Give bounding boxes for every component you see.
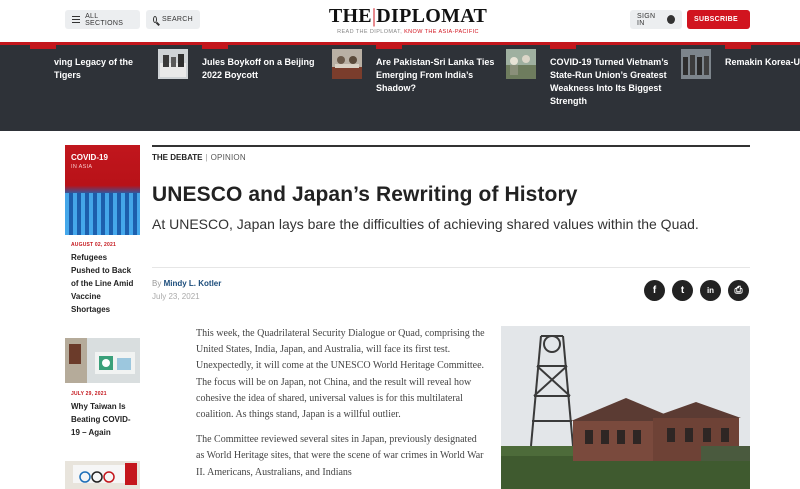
twitter-share-button[interactable]: t — [672, 280, 693, 301]
story-title-link[interactable]: Why Taiwan Is Beating COVID-19 – Again — [71, 400, 137, 439]
category-marker — [725, 45, 751, 49]
trending-title: Jules Boykoff on a Beijing 2022 Boycott — [202, 57, 315, 80]
search-button[interactable]: SEARCH — [146, 10, 200, 29]
sign-in-button[interactable]: SIGN IN — [630, 10, 682, 29]
print-icon: ⎙ — [734, 285, 743, 296]
search-label: SEARCH — [162, 16, 193, 23]
story-date: AUGUST 02, 2021 — [71, 242, 116, 248]
menu-icon — [72, 16, 81, 23]
covid-sub: IN ASIA — [71, 164, 93, 170]
page: ALL SECTIONS SEARCH THE|DIPLOMAT READ TH… — [0, 0, 800, 489]
article-body: This week, the Quadrilateral Security Di… — [196, 326, 486, 489]
section-link[interactable]: THE DEBATE — [152, 153, 203, 162]
logo-tagline: READ THE DIPLOMAT, KNOW THE ASIA-PACIFIC — [310, 29, 506, 35]
category-marker — [550, 45, 576, 49]
category-marker — [202, 45, 228, 49]
byline-divider — [152, 267, 750, 268]
site-header: ALL SECTIONS SEARCH THE|DIPLOMAT READ TH… — [0, 0, 800, 42]
logo-diplomat: DIPLOMAT — [376, 5, 488, 27]
tagline-prefix: READ THE DIPLOMAT, — [337, 29, 403, 35]
trending-title: ving Legacy of the Tigers — [54, 57, 134, 80]
story-thumbnail[interactable] — [65, 338, 140, 383]
facebook-icon: f — [652, 285, 657, 296]
trending-thumbnail — [332, 49, 362, 79]
trending-thumbnail — [681, 49, 711, 79]
site-logo[interactable]: THE|DIPLOMAT READ THE DIPLOMAT, KNOW THE… — [310, 6, 506, 35]
subscribe-label: SUBSCRIBE — [694, 16, 738, 23]
article-paragraph: This week, the Quadrilateral Security Di… — [196, 328, 485, 421]
trending-title: COVID-19 Turned Vietnam’s State-Run Unio… — [550, 57, 669, 106]
trending-thumbnail — [506, 49, 536, 79]
publish-date: July 23, 2021 — [152, 292, 200, 301]
kicker-separator: | — [205, 153, 208, 162]
covid-in-asia-banner[interactable]: COVID-19 IN ASIA — [65, 145, 140, 235]
article-dek: At UNESCO, Japan lays bare the difficult… — [152, 216, 699, 232]
tagline-accent: KNOW THE ASIA-PACIFIC — [404, 29, 479, 35]
trending-strip: ving Legacy of the Tigers Jules Boykoff … — [0, 45, 800, 131]
twitter-icon: t — [680, 285, 685, 296]
story-title-link[interactable]: Refugees Pushed to Back of the Line Amid… — [71, 251, 137, 316]
byline-prefix: By — [152, 279, 162, 288]
story-date: JULY 29, 2021 — [71, 391, 107, 397]
linkedin-icon: in — [706, 286, 715, 295]
subscribe-button[interactable]: SUBSCRIBE — [687, 10, 750, 29]
covid-label: COVID-19 — [71, 153, 108, 162]
linkedin-share-button[interactable]: in — [700, 280, 721, 301]
facebook-share-button[interactable]: f — [644, 280, 665, 301]
trending-title: Are Pakistan-Sri Lanka Ties Emerging Fro… — [376, 57, 495, 93]
vials-image — [65, 193, 140, 235]
story-thumbnail[interactable] — [65, 461, 140, 489]
trending-title: Remakin Korea-U — [725, 57, 800, 67]
category-marker — [30, 45, 56, 49]
trending-thumbnail — [158, 49, 188, 79]
logo-the: THE — [328, 5, 372, 27]
print-button[interactable]: ⎙ — [728, 280, 749, 301]
byline: By Mindy L. Kotler — [152, 279, 221, 288]
article-kicker: THE DEBATE | OPINION — [152, 153, 246, 162]
article-top-rule — [152, 145, 750, 147]
article-headline: UNESCO and Japan’s Rewriting of History — [152, 183, 578, 206]
category-link[interactable]: OPINION — [211, 153, 246, 162]
sign-in-label: SIGN IN — [637, 12, 656, 27]
user-icon — [667, 15, 675, 24]
all-sections-button[interactable]: ALL SECTIONS — [65, 10, 140, 29]
article-photo — [501, 326, 750, 489]
all-sections-label: ALL SECTIONS — [85, 12, 124, 27]
search-icon — [153, 16, 158, 23]
article-paragraph: The Committee reviewed several sites in … — [196, 434, 484, 478]
author-link[interactable]: Mindy L. Kotler — [164, 279, 222, 288]
category-marker — [376, 45, 402, 49]
